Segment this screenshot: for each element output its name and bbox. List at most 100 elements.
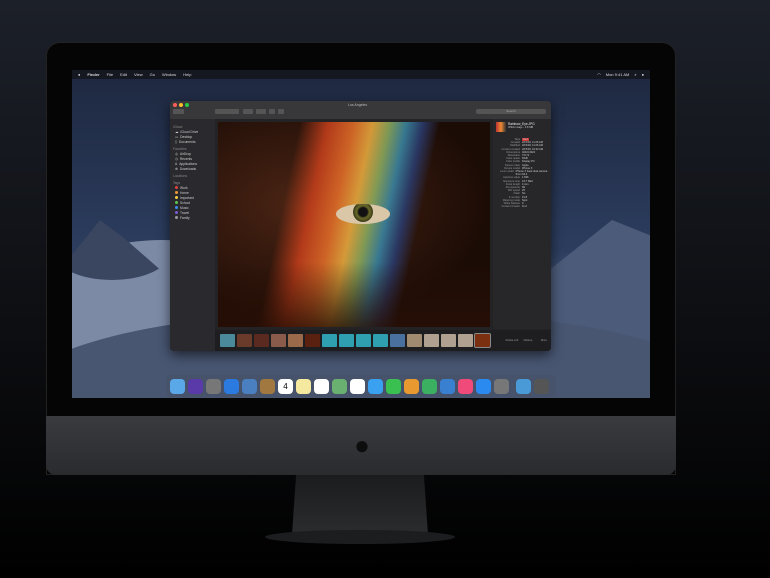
tag-color-icon (175, 206, 178, 209)
imac-stand (292, 475, 428, 535)
dock-downloads-icon[interactable] (516, 378, 531, 394)
filmstrip-thumbnail[interactable] (373, 334, 388, 347)
markup-button[interactable]: Markup (521, 339, 535, 342)
filmstrip-thumbnail[interactable] (407, 334, 422, 347)
filmstrip-thumbnail[interactable] (220, 334, 235, 347)
sidebar-item-label: Music (180, 205, 189, 210)
menu-window[interactable]: Window (162, 72, 176, 77)
dock-siri-icon[interactable] (188, 378, 203, 394)
group-button[interactable] (243, 109, 253, 114)
dock-pages-icon[interactable] (404, 378, 419, 394)
sidebar-item-label: Travel (180, 210, 190, 215)
info-value: iPhone X back dual camera 6mm f/2.4 (515, 170, 548, 177)
view-mode-buttons[interactable] (215, 109, 239, 114)
dock-contacts-icon[interactable] (260, 378, 275, 394)
imac-stand-base (265, 530, 455, 544)
desktop-screen: ● Finder File Edit View Go Window Help ◠… (72, 70, 650, 398)
sidebar-item-label: Applications (179, 161, 197, 166)
dock-trash-icon[interactable] (534, 378, 549, 394)
file-subtitle: JPEG image - 2.8 MB (508, 126, 534, 129)
spotlight-icon[interactable]: ⌕ (634, 72, 636, 77)
search-input[interactable]: Search (476, 109, 546, 114)
siri-icon[interactable]: ● (642, 72, 644, 77)
sidebar-item-label: Recents (179, 156, 192, 161)
menu-file[interactable]: File (107, 72, 113, 77)
dock-notes-icon[interactable] (296, 378, 311, 394)
zoom-button[interactable] (185, 103, 189, 107)
dock-numbers-icon[interactable] (422, 378, 437, 394)
sidebar-tag-family[interactable]: Family (173, 215, 212, 220)
menu-view[interactable]: View (134, 72, 143, 77)
info-value: 11.2 (522, 205, 527, 209)
filmstrip-thumbnail[interactable] (390, 334, 405, 347)
filmstrip-thumbnail[interactable] (424, 334, 439, 347)
sidebar-item-label: Important (180, 195, 194, 200)
sidebar-header: Locations (173, 174, 188, 178)
dock-keynote-icon[interactable] (440, 378, 455, 394)
menu-help[interactable]: Help (183, 72, 191, 77)
filmstrip-thumbnail[interactable] (322, 334, 337, 347)
filmstrip: Rotate Left Markup More (215, 330, 551, 351)
sidebar: iCloud ☁ iCloud Drive ▭ Desktop ▯ Documents… (170, 119, 215, 351)
filmstrip-thumbnail[interactable] (305, 334, 320, 347)
apple-menu-icon[interactable]: ● (78, 72, 80, 77)
dock-calendar-icon[interactable]: 4 (278, 378, 293, 394)
back-forward-buttons[interactable] (173, 109, 184, 114)
menu-edit[interactable]: Edit (120, 72, 127, 77)
filmstrip-thumbnail[interactable] (474, 333, 491, 348)
filmstrip-thumbnail[interactable] (288, 334, 303, 347)
sidebar-item-downloads[interactable]: ⊕ Downloads (173, 166, 212, 171)
minimize-button[interactable] (179, 103, 183, 107)
tag-color-icon (175, 216, 178, 219)
sidebar-item-documents[interactable]: ▯ Documents (173, 139, 212, 144)
rotate-left-button[interactable]: Rotate Left (505, 339, 519, 342)
menu-go[interactable]: Go (150, 72, 155, 77)
dock-facetime-icon[interactable] (386, 378, 401, 394)
tag-color-icon (175, 201, 178, 204)
dock-itunes-icon[interactable] (458, 378, 473, 394)
apple-logo-icon: ● (354, 430, 370, 460)
wifi-icon[interactable]: ◠ (597, 72, 601, 77)
tag-color-icon (175, 186, 178, 189)
dock-system-preferences-icon[interactable] (494, 378, 509, 394)
menu-bar: ● Finder File Edit View Go Window Help ◠… (72, 70, 650, 79)
dock-messages-icon[interactable] (368, 378, 383, 394)
close-button[interactable] (173, 103, 177, 107)
window-title: Los Angeles (348, 103, 368, 107)
menu-clock[interactable]: Mon 9:41 AM (606, 72, 630, 77)
info-key: Content Creator (501, 205, 520, 209)
sidebar-item-label: Family (180, 215, 190, 220)
share-button[interactable] (269, 109, 275, 114)
dock-finder-icon[interactable] (170, 378, 185, 394)
sidebar-item-label: Home (180, 190, 189, 195)
sidebar-item-label: School (180, 200, 191, 205)
more-button[interactable]: More (537, 339, 551, 342)
dock-launchpad-icon[interactable] (206, 378, 221, 394)
filmstrip-thumbnail[interactable] (458, 334, 473, 347)
tag-color-icon (175, 196, 178, 199)
filmstrip-thumbnail[interactable] (254, 334, 269, 347)
filmstrip-thumbnail[interactable] (441, 334, 456, 347)
dock-reminders-icon[interactable] (314, 378, 329, 394)
file-thumbnail (496, 122, 506, 132)
info-row: Content Creator 11.2 (496, 205, 548, 208)
sidebar-item-label: AirDrop (179, 151, 192, 156)
sidebar-item-label: Desktop (180, 134, 193, 139)
title-bar: Los Angeles Search (170, 101, 551, 119)
sidebar-item-label: Documents (178, 139, 196, 144)
dock: 4 (166, 375, 556, 397)
action-button[interactable] (256, 109, 266, 114)
dock-maps-icon[interactable] (332, 378, 347, 394)
menu-app-name[interactable]: Finder (87, 72, 99, 77)
dock-app-store-icon[interactable] (476, 378, 491, 394)
sidebar-item-label: iCloud Drive (180, 129, 199, 134)
eye (336, 204, 390, 224)
filmstrip-thumbnail[interactable] (356, 334, 371, 347)
filmstrip-thumbnail[interactable] (237, 334, 252, 347)
filmstrip-thumbnail[interactable] (271, 334, 286, 347)
tags-button[interactable] (278, 109, 284, 114)
dock-photos-icon[interactable] (350, 378, 365, 394)
filmstrip-thumbnail[interactable] (339, 334, 354, 347)
dock-safari-icon[interactable] (224, 378, 239, 394)
dock-mail-icon[interactable] (242, 378, 257, 394)
